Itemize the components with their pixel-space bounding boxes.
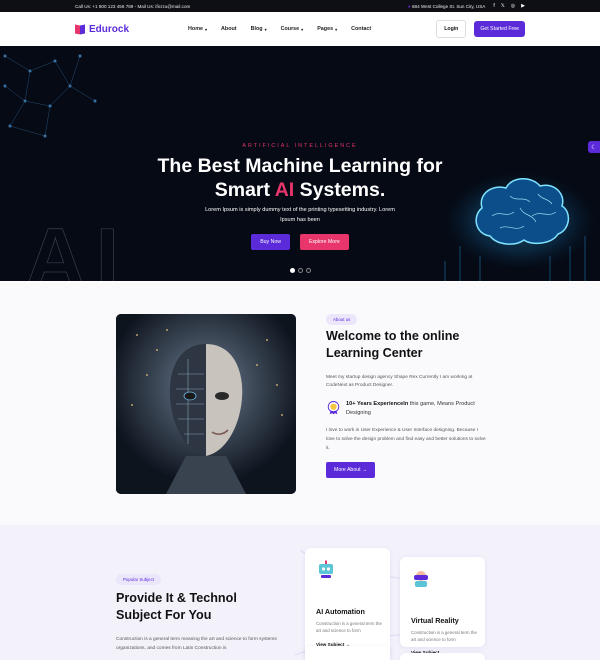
nav-item-contact[interactable]: Contact (351, 26, 371, 32)
robot-icon (319, 560, 333, 578)
about-pill: About us (326, 314, 358, 325)
nav-item-pages[interactable]: Pages ▾ (317, 26, 337, 32)
chevron-down-icon: ▾ (264, 26, 267, 32)
experience-text: 10+ Years ExperienceIn this game, Means … (346, 401, 475, 416)
subject-card-virtual-reality[interactable]: Virtual Reality Construction is a genera… (400, 557, 485, 655)
top-bar: Call Us: +1 800 123 456 789 - Mail Us: i… (0, 0, 600, 12)
card-description: Construction is a general term the art a… (316, 621, 382, 633)
slider-dots (0, 268, 600, 273)
more-about-button[interactable]: More About → (326, 462, 376, 478)
about-section: About us Welcome to the online Learning … (0, 282, 600, 525)
about-description-2: I love to work in User Experience & User… (326, 428, 486, 451)
moon-icon: ☾ (591, 144, 597, 151)
hero-banner: AI ARTIFICIAL INTELLIGENCE The Best Mach… (0, 46, 600, 281)
hero-text: Lorem Ipsum is simply dummy text of the … (205, 207, 395, 223)
slider-dot-1[interactable] (289, 268, 295, 273)
about-description: Meet my startup design agency Shape Rex … (326, 375, 473, 388)
nav-item-blog[interactable]: Blog ▾ (251, 26, 267, 32)
subjects-description: Construction is a general term meaning t… (116, 637, 277, 651)
about-title: Welcome to the online Learning Center (326, 329, 460, 360)
location-pin-icon: ● (407, 3, 411, 9)
address: ● 684 West College St. Sun City, USA (407, 3, 486, 9)
vr-headset-icon (414, 571, 428, 587)
login-button[interactable]: Login (436, 20, 467, 38)
chevron-down-icon: ▾ (205, 26, 208, 32)
eye-scan-icon (316, 655, 336, 660)
instagram-icon[interactable]: ◎ (511, 3, 515, 9)
slider-dot-2[interactable] (297, 268, 303, 273)
chevron-down-icon: ▾ (301, 26, 304, 32)
subject-card-partial-2[interactable] (400, 653, 485, 660)
card-title: Virtual Reality (411, 616, 459, 625)
subject-card-partial[interactable] (305, 646, 390, 660)
subjects-title: Provide It & Technol Subject For You (116, 591, 237, 622)
main-navigation: Edurock Home ▾ About Blog ▾ Course ▾ Pages ▾… (0, 12, 600, 46)
card-description: Construction is a general term the art a… (411, 630, 477, 642)
robot-face-image (116, 314, 296, 494)
youtube-icon[interactable]: ▶ (521, 3, 525, 9)
subjects-pill: Popular Subject (116, 574, 161, 585)
facebook-icon[interactable]: f (493, 3, 494, 9)
logo[interactable]: Edurock (75, 24, 129, 35)
buy-now-button[interactable]: Buy Now (251, 234, 290, 250)
slider-dot-3[interactable] (305, 268, 311, 273)
nav-item-about[interactable]: About (221, 26, 237, 32)
explore-more-button[interactable]: Explore More (299, 234, 349, 250)
nav-item-course[interactable]: Course ▾ (281, 26, 304, 32)
subjects-section: Popular Subject Provide It & Technol Sub… (0, 525, 600, 660)
award-medal-icon (327, 401, 340, 415)
get-started-button[interactable]: Get Started Free (474, 21, 525, 37)
nav-item-home[interactable]: Home ▾ (188, 26, 207, 32)
logo-book-icon (75, 25, 85, 34)
chevron-down-icon: ▾ (335, 26, 338, 32)
card-title: AI Automation (316, 607, 365, 616)
hero-title: The Best Machine Learning for Smart AI S… (157, 155, 443, 201)
contact-info: Call Us: +1 800 123 456 789 - Mail Us: i… (75, 3, 191, 9)
subject-card-ai-automation[interactable]: AI Automation Construction is a general … (305, 548, 390, 658)
nav-menu: Home ▾ About Blog ▾ Course ▾ Pages ▾ Contact (188, 26, 371, 32)
twitter-icon[interactable]: 𝕏 (501, 3, 505, 9)
experience-badge: 10+ Years ExperienceIn this game, Means … (326, 400, 491, 418)
hero-eyebrow: ARTIFICIAL INTELLIGENCE (242, 143, 358, 149)
dark-mode-toggle[interactable]: ☾ (588, 141, 600, 153)
logo-text: Edurock (89, 23, 130, 35)
